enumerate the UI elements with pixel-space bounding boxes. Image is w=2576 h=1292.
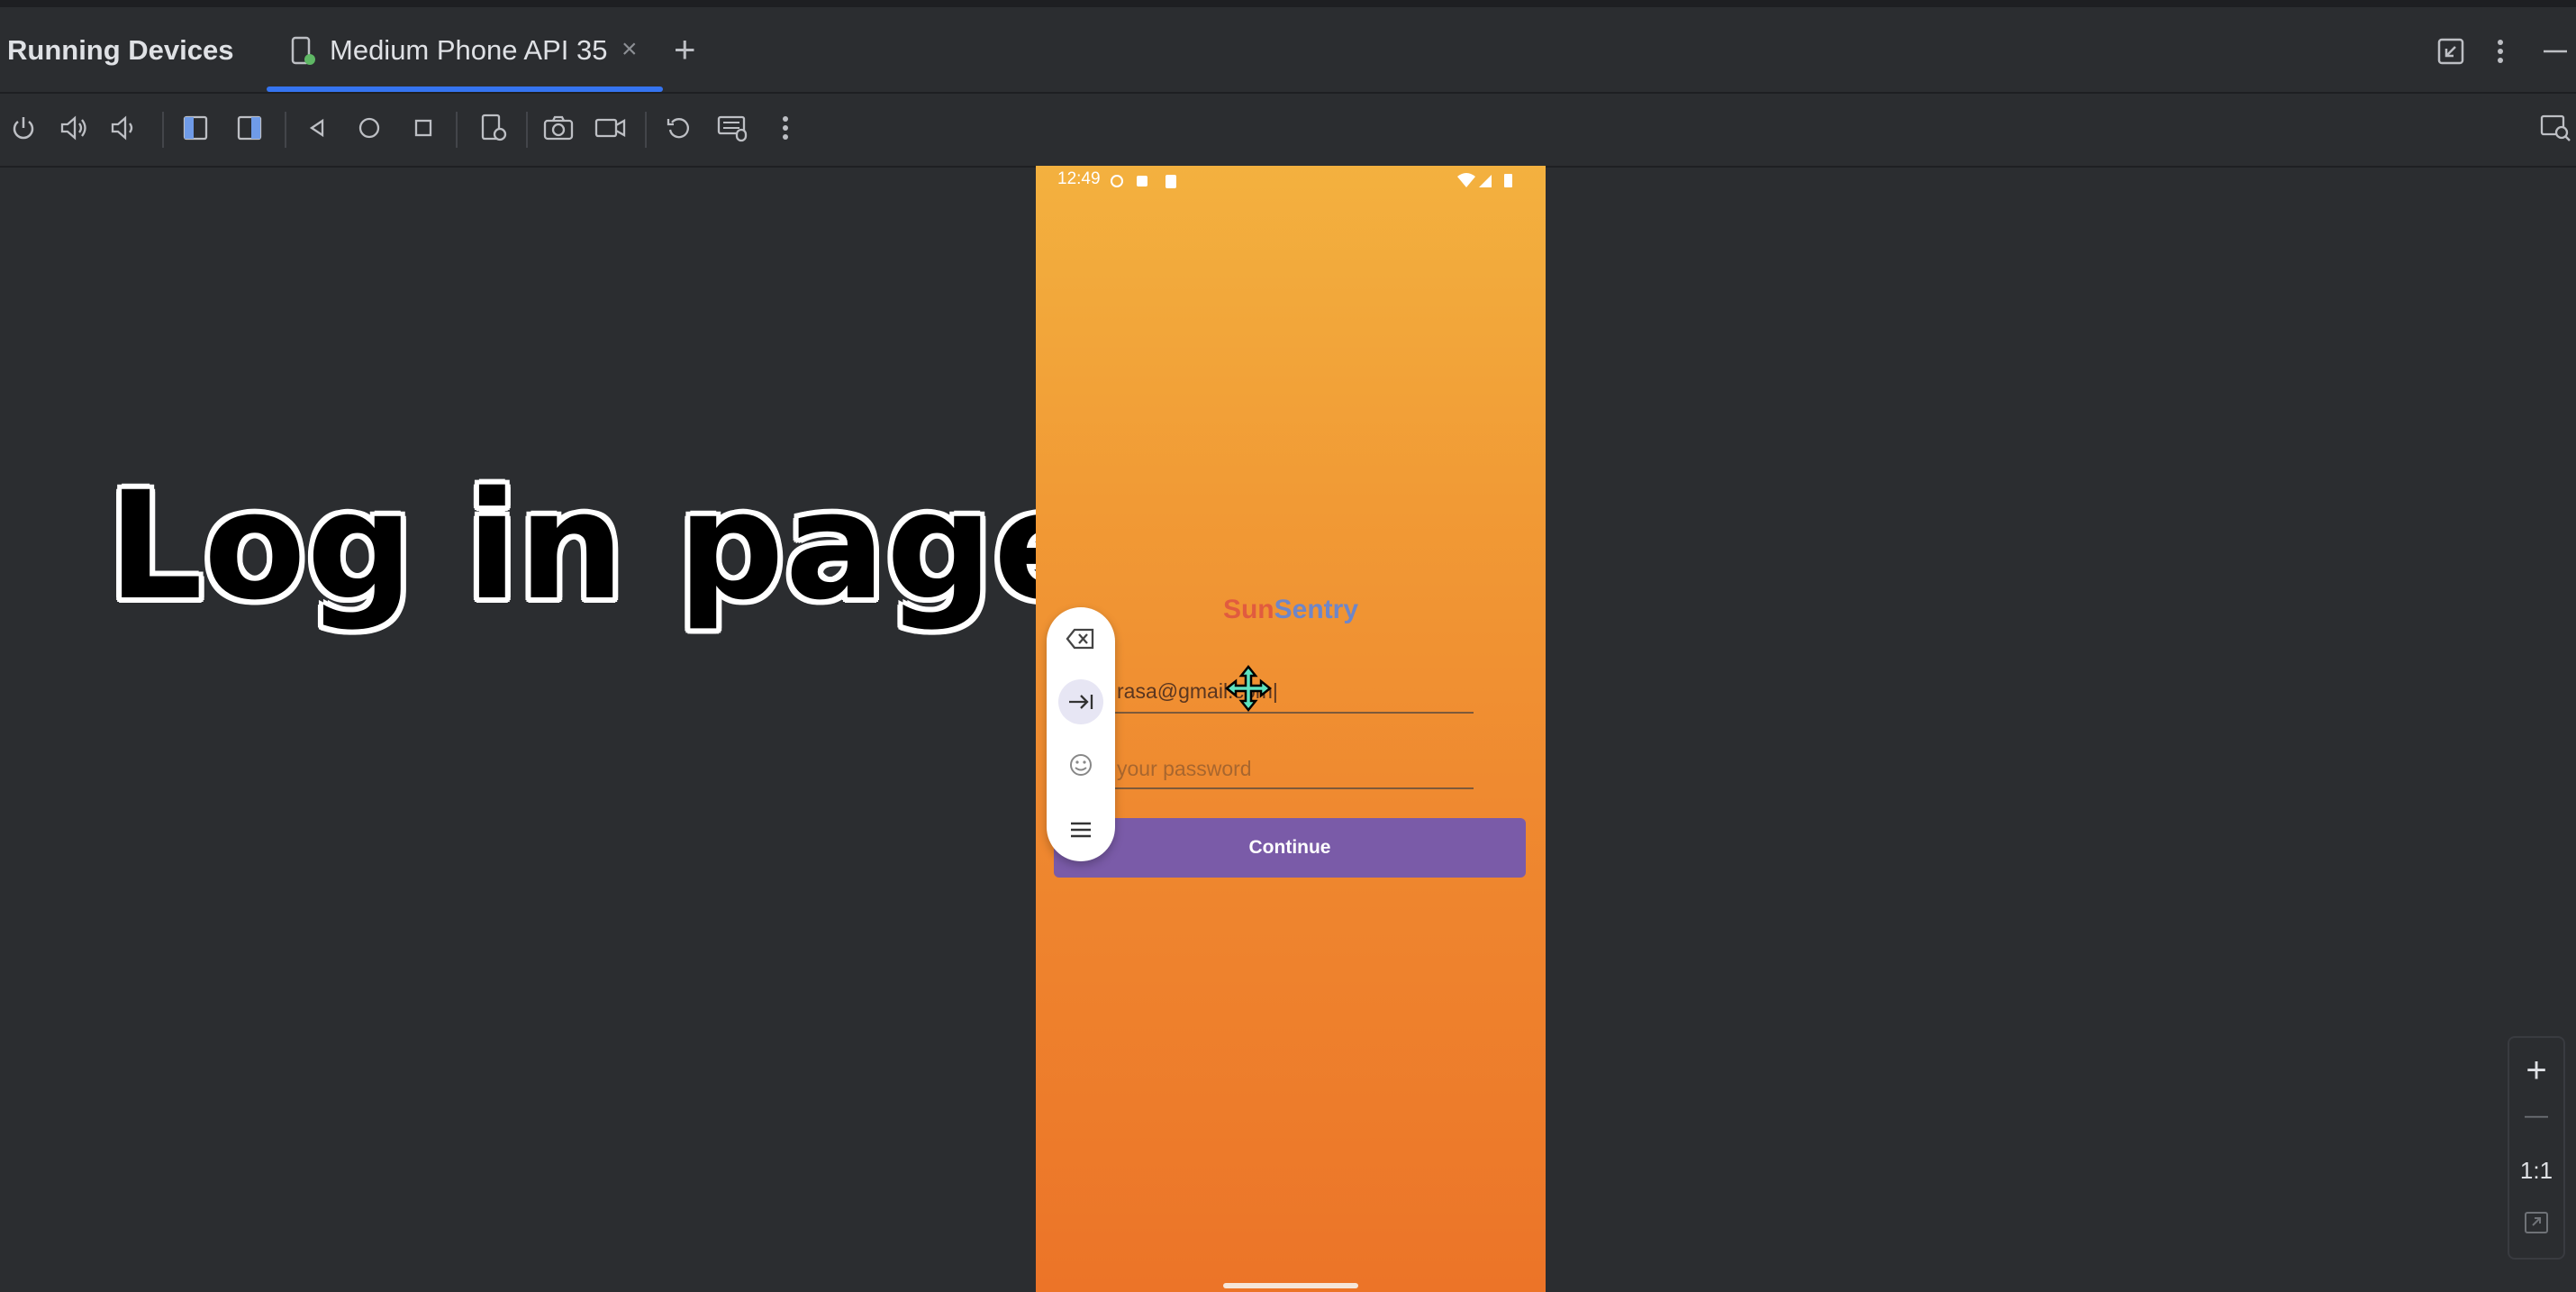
collapse-icon[interactable]: [2437, 38, 2464, 65]
toolbar-separator: [162, 112, 164, 148]
continue-button[interactable]: Continue: [1054, 818, 1526, 878]
password-placeholder: your password: [1117, 757, 1252, 780]
minimize-icon[interactable]: [2542, 38, 2569, 65]
email-field[interactable]: rasa@gmail.com|: [1106, 670, 1474, 714]
rotate-left-icon[interactable]: [178, 110, 214, 146]
notification-icons: [1111, 175, 1176, 188]
backspace-icon[interactable]: [1058, 616, 1103, 661]
keyboard-mouse-icon[interactable]: [715, 110, 751, 146]
overlay-caption: Log in page!: [108, 459, 1165, 632]
zoom-controls: + — 1:1: [2508, 1036, 2565, 1260]
window-top-edge: [0, 0, 2576, 7]
floating-keyboard-toolbar: [1047, 607, 1115, 861]
zoom-out-button[interactable]: —: [2509, 1101, 2563, 1129]
more-icon[interactable]: [767, 110, 803, 146]
toolbar-separator: [456, 112, 458, 148]
add-tab-button[interactable]: +: [674, 31, 696, 68]
back-icon[interactable]: [299, 110, 335, 146]
panel-title: Running Devices: [7, 34, 234, 66]
gesture-nav-handle[interactable]: [1223, 1283, 1358, 1288]
power-icon[interactable]: [5, 110, 41, 146]
overview-icon[interactable]: [405, 110, 441, 146]
tab-bar: Running Devices Medium Phone API 35 × +: [0, 7, 2576, 94]
volume-down-icon[interactable]: [106, 110, 142, 146]
signal-battery-icons: [1457, 173, 1512, 187]
device-screen[interactable]: 12:49 SunSentry rasa@gmail.com| your pas…: [1036, 166, 1546, 1292]
tab-label: Medium Phone API 35: [330, 34, 608, 66]
rotate-right-icon[interactable]: [232, 110, 268, 146]
menu-icon[interactable]: [1058, 807, 1103, 852]
toolbar-separator: [285, 112, 286, 148]
toolbar-separator: [526, 112, 528, 148]
device-toolbar: [0, 94, 2576, 168]
home-icon[interactable]: [351, 110, 387, 146]
volume-up-icon[interactable]: [56, 110, 92, 146]
move-cursor-icon: [1224, 664, 1273, 713]
tab-medium-phone[interactable]: Medium Phone API 35 ×: [267, 7, 663, 92]
more-vertical-icon[interactable]: [2495, 38, 2506, 65]
screenshot-icon[interactable]: [540, 110, 576, 146]
screen-record-icon[interactable]: [593, 110, 629, 146]
status-bar: 12:49: [1036, 166, 1546, 196]
emoji-icon[interactable]: [1058, 742, 1103, 787]
device-phone-icon: [291, 36, 315, 65]
zoom-actual-size-button[interactable]: 1:1: [2509, 1157, 2563, 1185]
zoom-fit-icon[interactable]: [2524, 1211, 2549, 1234]
tab-close-icon[interactable]: ×: [621, 34, 638, 65]
reset-icon[interactable]: [661, 110, 697, 146]
tab-active-indicator: [267, 86, 663, 92]
zoom-search-icon[interactable]: [2538, 110, 2574, 146]
tab-key-icon[interactable]: [1058, 679, 1103, 724]
app-title: SunSentry: [1036, 595, 1546, 625]
toolbar-separator: [645, 112, 647, 148]
app-title-sentry: Sentry: [1274, 595, 1359, 624]
app-title-sun: Sun: [1222, 595, 1274, 624]
device-settings-icon[interactable]: [476, 110, 512, 146]
zoom-in-button[interactable]: +: [2509, 1051, 2563, 1091]
status-time: 12:49: [1057, 169, 1101, 188]
password-field[interactable]: your password: [1106, 748, 1474, 789]
